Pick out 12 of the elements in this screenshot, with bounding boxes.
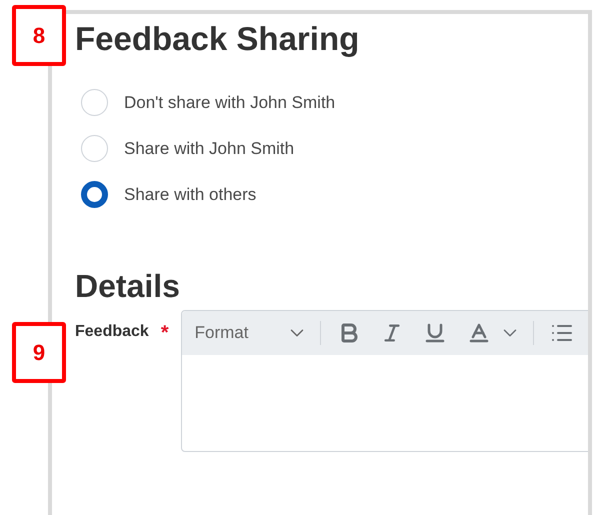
required-marker: * — [160, 322, 169, 345]
radio-label: Share with others — [124, 184, 256, 204]
format-dropdown[interactable]: Format — [194, 322, 308, 344]
step-number-callout: 9 — [12, 322, 66, 383]
field-label: Feedback — [75, 323, 149, 341]
radio-label: Share with John Smith — [124, 138, 294, 158]
section-title: Feedback Sharing — [75, 19, 360, 59]
radio-label: Don't share with John Smith — [124, 92, 336, 112]
step-number-callout: 8 — [12, 5, 66, 66]
section-title: Details — [75, 267, 180, 306]
radio-button[interactable] — [81, 181, 108, 208]
rich-text-editor[interactable]: Format — [180, 310, 588, 452]
